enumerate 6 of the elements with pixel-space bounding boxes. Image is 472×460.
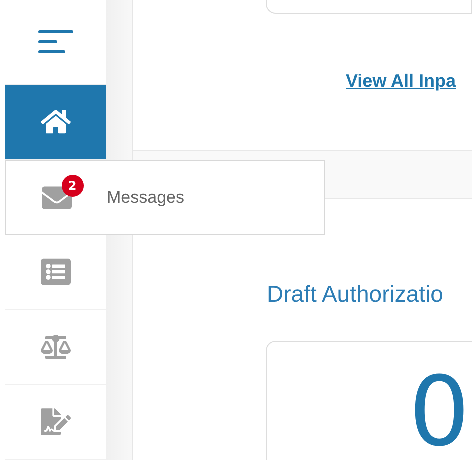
- section-title: Draft Authorizatio: [267, 281, 444, 310]
- flyout-menu[interactable]: 2 Messages: [5, 160, 325, 235]
- view-all-link[interactable]: View All Inpa: [346, 71, 456, 92]
- count-value: 0: [409, 364, 470, 460]
- flyout-label: Messages: [107, 188, 184, 208]
- count-badge: 2: [62, 174, 84, 196]
